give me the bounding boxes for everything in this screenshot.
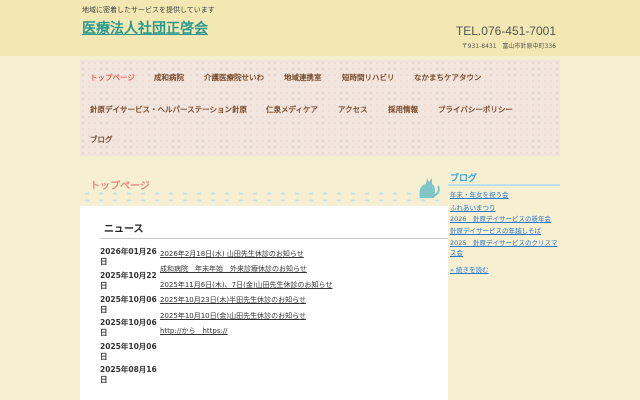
paw-print-divider [80, 190, 440, 204]
sidebar-blog-link[interactable]: 2026 針原デイサービスの新年会 [450, 215, 560, 225]
news-link[interactable]: 2026年2月18日(水) 山田先生休診のお知らせ [160, 249, 304, 259]
nav-item-recruit[interactable]: 採用情報 [388, 104, 418, 115]
sidebar-blog-link[interactable]: 年末・年女を祝う会 [450, 191, 560, 201]
nav-item-care-seiwa[interactable]: 介護医療院せいわ [204, 72, 264, 83]
news-date: 2025年10月06日 [100, 342, 157, 361]
news-link[interactable]: 成和病院 年末年始 外来診療休診のお知らせ [160, 264, 307, 274]
news-date: 2025年08月16日 [100, 365, 157, 384]
main-content: ニュース 2026年01月26日 2026年2月18日(水) 山田先生休診のお知… [80, 206, 448, 400]
news-link[interactable]: 2025年10月10日(金)山田先生休診のお知らせ [160, 311, 306, 321]
news-divider [100, 238, 448, 239]
site-title-link[interactable]: 医療法人社団正啓会 [82, 18, 208, 38]
nav-item-blog[interactable]: ブログ [90, 134, 113, 145]
sidebar-blog-link[interactable]: 2025 針原デイサービスのクリスマス会 [450, 239, 560, 258]
nav-item-regional-liaison[interactable]: 地域連携室 [284, 72, 322, 83]
news-link[interactable]: 2025年10月23日(木)半田先生休診のお知らせ [160, 295, 306, 305]
nav-item-privacy-policy[interactable]: プライバシーポリシー [438, 104, 513, 115]
sidebar-divider [448, 184, 560, 186]
sidebar-read-more-link[interactable]: » 続きを読む [450, 266, 560, 276]
news-link[interactable]: 2025年11月6日(木)、7日(金)山田先生休診のお知らせ [160, 280, 332, 290]
sidebar-blog-title[interactable]: ブログ [450, 171, 477, 184]
news-date: 2025年10月22日 [100, 271, 157, 290]
site-header: 地域に密着したサービスを提供しています 医療法人社団正啓会 TEL.076-45… [0, 0, 640, 56]
global-nav: トップページ 成和病院 介護医療院せいわ 地域連携室 短時間リハビリ なかまちケ… [80, 60, 560, 156]
nav-item-short-rehab[interactable]: 短時間リハビリ [342, 72, 395, 83]
news-date: 2026年01月26日 [100, 247, 157, 266]
postal-address: 〒931-8431 富山市針原中町336 [461, 43, 556, 50]
news-date: 2025年10月06日 [100, 318, 157, 337]
cat-icon [419, 178, 440, 198]
news-date: 2025年10月06日 [100, 295, 157, 314]
news-heading: ニュース [104, 224, 144, 235]
nav-item-top[interactable]: トップページ [90, 72, 135, 83]
nav-item-harihara-day-service[interactable]: 針原デイサービス・ヘルパーステーション針原 [90, 104, 247, 115]
nav-item-access[interactable]: アクセス [338, 104, 368, 115]
site-tagline: 地域に密着したサービスを提供しています [82, 6, 215, 14]
phone-number: TEL.076-451-7001 [455, 24, 556, 38]
nav-item-jinsen-medicare[interactable]: 仁泉メディケア [266, 104, 318, 115]
nav-item-nakamachi-caretown[interactable]: なかまちケアタウン [414, 72, 482, 83]
sidebar-blog-link[interactable]: 針原デイサービスの年越しそば [450, 227, 560, 237]
nav-item-seiwa-hospital[interactable]: 成和病院 [154, 72, 184, 83]
news-link[interactable]: http://から https:// [160, 326, 228, 336]
sidebar-blog-link[interactable]: ふれあいまつり [450, 204, 560, 214]
